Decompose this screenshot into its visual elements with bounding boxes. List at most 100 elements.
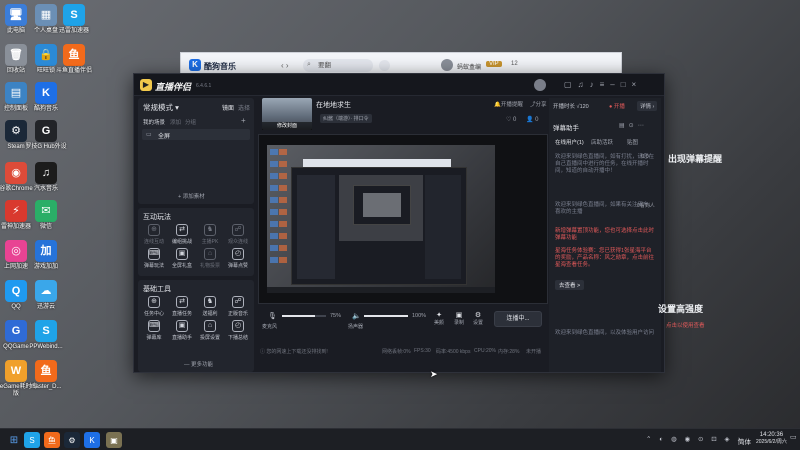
scene-tab-mine[interactable]: 我的场景 <box>143 118 165 126</box>
desktop-shortcut-xunlei-accelerator[interactable]: S 迅雷加速器 <box>52 4 96 35</box>
minimize-icon[interactable]: – <box>610 80 620 89</box>
basic-tools-panel: 基础工具 ⊕ 任务中心 ⇄ 直播任务 ♞ 送福利 ☍ 正版音乐 ⌨ 弹幕库 ▣ 直播助手 ⌂ 投屏设置 ◴ 下… <box>138 280 254 372</box>
taskbar-steam-icon[interactable]: ⚙ <box>64 432 80 448</box>
tab-select[interactable]: 选择 <box>238 103 250 112</box>
desktop-shortcut-kugou-music[interactable]: K 酷狗音乐 <box>24 82 68 113</box>
edit-cover-button[interactable]: 修改封面 <box>262 122 312 130</box>
input-language[interactable]: 简体 <box>738 436 751 446</box>
share-button[interactable]: ⤴分享 <box>530 100 547 108</box>
desktop-shortcut-master-file[interactable]: 鱼 master_D... <box>24 360 68 391</box>
scene-tab-add[interactable]: 添加 <box>170 118 181 126</box>
interactive-tool[interactable]: ⌨ 弹幕玩法 <box>141 248 167 269</box>
stream-cover-thumbnail[interactable]: 修改封面 <box>262 98 312 130</box>
basic-tool[interactable]: ◴ 下播总结 <box>225 320 251 341</box>
tab-scene[interactable]: 镜面 <box>222 103 234 112</box>
interactive-panel: 互动玩法 ⊕ 连线互动 ⇄ 编组挑战 ♞ 主播PK ☍ 观众连线 ⌨ 弹幕玩法 ▣ 全屏礼盒 ⌂ 礼物投票… <box>138 208 254 276</box>
scene-item-fullscreen[interactable]: ▭ 全屏 <box>142 129 250 140</box>
mic-icon[interactable]: 🎙 <box>268 312 277 320</box>
danmaku-message: 欢迎来到绿色直播间，以及体验用户访问 <box>555 330 655 336</box>
danmaku-tab[interactable]: 贴图 <box>627 138 638 146</box>
desktop-shortcut-label: master_D... <box>30 384 62 390</box>
interactive-tool[interactable]: ⌂ 礼物投票 <box>197 248 223 269</box>
desktop-shortcut-qishui-music[interactable]: ♫ 汽水音乐 <box>24 162 68 193</box>
speaker-volume-slider[interactable] <box>364 315 408 317</box>
desktop-shortcut-youxijiajia[interactable]: 加游戏加加 <box>24 240 68 271</box>
taskbar-xunlei-icon[interactable]: S <box>24 432 40 448</box>
close-icon[interactable]: × <box>632 80 643 89</box>
interactive-tool-icon: ▣ <box>176 248 188 260</box>
desktop-shortcut-ppweb[interactable]: S PPWebind... <box>24 320 68 351</box>
tool-label: 下播总结 <box>227 335 248 341</box>
basic-tool[interactable]: ⌨ 弹幕库 <box>141 320 167 341</box>
interactive-tool[interactable]: ▣ 全屏礼盒 <box>169 248 195 269</box>
desktop-shortcut-xunyou-cloud[interactable]: ☁ 迅游云 <box>24 280 68 311</box>
basic-tool[interactable]: ⇄ 直播任务 <box>169 296 195 317</box>
left-panel: 常规模式 ▾ 镜面 选择 我的场景 添加 分组 + ▭ 全屏 + 添加素材 互动… <box>138 98 548 372</box>
mic-search-icon[interactable] <box>379 60 390 71</box>
menu-icon[interactable]: ≡ <box>600 80 611 89</box>
stream-title[interactable]: 在地地求生 <box>316 100 351 110</box>
pin-icon[interactable]: ⊙ <box>629 123 638 129</box>
interactive-tool-icon: ⌂ <box>204 248 216 260</box>
chat-icon[interactable]: ▢ <box>564 80 578 89</box>
details-button[interactable]: 详情 › <box>637 101 658 111</box>
speaker-icon[interactable]: 🔈 <box>352 312 361 320</box>
basic-tool[interactable]: ♞ 送福利 <box>197 296 223 317</box>
user-avatar[interactable] <box>534 79 546 91</box>
kugou-back-icon[interactable]: ‹ › <box>281 61 289 70</box>
taskbar-app-icon[interactable]: ▣ <box>106 432 122 448</box>
beauty-button[interactable]: ✦ 美颜 <box>434 311 444 326</box>
desktop-shortcut-douyu-companion[interactable]: 鱼斗鱼直播伴侣 <box>52 44 96 75</box>
notification-icon[interactable]: ▭ <box>790 433 797 441</box>
basic-tool[interactable]: ☍ 正版音乐 <box>225 296 251 317</box>
interactive-tool[interactable]: ☍ 观众连线 <box>225 224 251 245</box>
desktop-shortcut-label: 迅游云 <box>36 304 55 310</box>
record-button[interactable]: ▣ 录制 <box>454 311 464 326</box>
windows-start-icon[interactable]: ⊞ <box>6 432 22 448</box>
likes-count: ♡ 0 <box>506 117 517 123</box>
control-bar: 🎙 麦克风 75% 🔈 扬声器 100% ✦ 美颜 ▣ 录制 ⚙ 设置 连播中... <box>258 308 548 334</box>
interactive-tool[interactable]: ⊕ 连线互动 <box>141 224 167 245</box>
headset-icon[interactable]: ♫ <box>578 80 590 89</box>
open-reminder-button[interactable]: 🔔开播提醒 <box>494 100 523 108</box>
taskbar-douyu-icon[interactable]: 鱼 <box>44 432 60 448</box>
live-preview[interactable] <box>258 134 548 304</box>
mic-volume-slider[interactable] <box>282 315 326 317</box>
scene-tab-group[interactable]: 分组 <box>185 118 196 126</box>
interactive-tool-icon: ☍ <box>232 224 244 236</box>
go-view-button[interactable]: 去查看 > <box>555 280 585 290</box>
desktop-shortcut-wechat[interactable]: ✉ 微信 <box>24 200 68 231</box>
live-companion-window[interactable]: ▶ 直播伴侣 6.4.6.1 ▢♫♪≡–□× 常规模式 ▾ 镜面 选择 我的场景… <box>133 73 665 373</box>
maximize-icon[interactable]: □ <box>621 80 632 89</box>
more-features-button[interactable]: — 更多功能 <box>184 360 213 368</box>
game-category-tag[interactable]: 纠酱（端游）· 排口令 <box>320 114 372 123</box>
background-link: 点击以使用查看 <box>666 323 705 329</box>
go-live-button[interactable]: 连播中... <box>494 311 542 327</box>
settings-button[interactable]: ⚙ 设置 <box>473 311 483 326</box>
ppweb-icon: S <box>35 320 57 342</box>
clock[interactable]: 14:20:36 2025/6/2/周六 <box>756 432 787 445</box>
mic-volume-percent: 75% <box>330 313 342 319</box>
interactive-tool[interactable]: ⇄ 编组挑战 <box>169 224 195 245</box>
basic-tool[interactable]: ⌂ 投屏设置 <box>197 320 223 341</box>
basic-tool[interactable]: ▣ 直播助手 <box>169 320 195 341</box>
basic-tool-icon: ◴ <box>232 320 244 332</box>
memory-readout: 内存:28% <box>498 349 520 355</box>
add-material-button[interactable]: + 添加素材 <box>178 192 205 200</box>
bell-icon[interactable]: ♪ <box>590 80 600 89</box>
taskbar-kugou-icon[interactable]: K <box>84 432 100 448</box>
desktop-shortcut-logitech-ghub[interactable]: G 罗技G Hub外设 <box>24 120 68 151</box>
filter-icon[interactable]: ▤ <box>619 123 629 129</box>
kugou-message-count[interactable]: 12 <box>511 61 518 67</box>
kugou-avatar[interactable] <box>441 59 453 71</box>
speaker-volume-percent: 100% <box>412 313 427 319</box>
more-icon[interactable]: ⋯ <box>638 123 648 129</box>
mode-dropdown[interactable]: 常规模式 ▾ <box>143 102 179 113</box>
interactive-tool[interactable]: ◴ 弹幕点赞 <box>225 248 251 269</box>
system-tray[interactable]: ⌃ ◐ ◍ ◉ ⊙ ⊡ ◈ ♪ <box>646 435 744 443</box>
add-scene-icon[interactable]: + <box>241 116 246 125</box>
danmaku-tab[interactable]: 店助活跃 <box>591 138 613 146</box>
danmaku-tab[interactable]: 在线用户(1) <box>555 138 584 146</box>
kugou-search-input[interactable]: 要翻 <box>303 59 373 72</box>
interactive-tool[interactable]: ♞ 主播PK <box>197 224 223 245</box>
